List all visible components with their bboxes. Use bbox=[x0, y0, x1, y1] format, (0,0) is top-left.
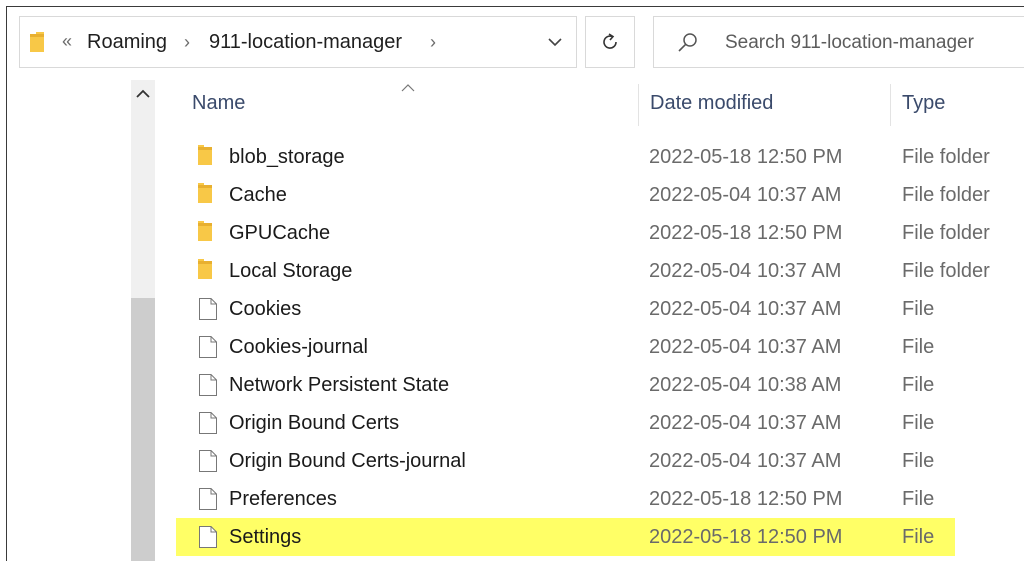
file-row[interactable]: Origin Bound Certs 2022-05-04 10:37 AM Fil… bbox=[176, 404, 1024, 442]
folder-icon bbox=[196, 144, 214, 171]
breadcrumb-911-location-manager[interactable]: 911-location-manager bbox=[209, 31, 402, 54]
file-row[interactable]: Cookies 2022-05-04 10:37 AM File bbox=[176, 290, 1024, 328]
file-name: Origin Bound Certs-journal bbox=[229, 450, 466, 472]
address-bar[interactable]: « Roaming › 911-location-manager › bbox=[19, 16, 577, 68]
file-name: Cookies-journal bbox=[229, 336, 368, 358]
column-header-name[interactable]: Name bbox=[192, 92, 245, 115]
file-row[interactable]: Cookies-journal 2022-05-04 10:37 AM File bbox=[176, 328, 1024, 366]
file-date-modified: 2022-05-04 10:37 AM bbox=[649, 260, 842, 282]
file-name: Origin Bound Certs bbox=[229, 412, 400, 434]
refresh-button[interactable] bbox=[585, 16, 635, 68]
chevron-up-icon bbox=[136, 89, 150, 98]
breadcrumb-separator[interactable]: › bbox=[184, 32, 190, 53]
file-date-modified: 2022-05-04 10:37 AM bbox=[649, 298, 842, 320]
file-name: Settings bbox=[229, 526, 302, 548]
file-name: blob_storage bbox=[229, 146, 345, 168]
breadcrumb-separator[interactable]: › bbox=[430, 32, 436, 53]
breadcrumb-roaming[interactable]: Roaming bbox=[87, 31, 167, 54]
scroll-up-button[interactable] bbox=[131, 80, 155, 108]
chevron-down-icon[interactable] bbox=[546, 33, 564, 51]
scrollbar-thumb[interactable] bbox=[131, 298, 155, 561]
file-date-modified: 2022-05-04 10:38 AM bbox=[649, 374, 842, 396]
file-date-modified: 2022-05-18 12:50 PM bbox=[649, 146, 843, 168]
file-name: Cookies bbox=[229, 298, 302, 320]
file-type: File bbox=[902, 298, 935, 320]
file-row[interactable]: Preferences 2022-05-18 12:50 PM File bbox=[176, 480, 1024, 518]
column-divider[interactable] bbox=[890, 84, 891, 126]
file-icon bbox=[198, 411, 218, 440]
column-header-type[interactable]: Type bbox=[902, 92, 945, 115]
file-name: Preferences bbox=[229, 488, 337, 510]
file-type: File folder bbox=[902, 260, 990, 282]
file-type: File bbox=[902, 336, 935, 358]
file-row[interactable]: GPUCache 2022-05-18 12:50 PM File folder bbox=[176, 214, 1024, 252]
search-input[interactable]: Search 911-location-manager bbox=[725, 32, 974, 54]
column-divider[interactable] bbox=[638, 84, 639, 126]
file-row[interactable]: Settings 2022-05-18 12:50 PM File bbox=[176, 518, 955, 556]
file-icon bbox=[198, 373, 218, 402]
file-date-modified: 2022-05-04 10:37 AM bbox=[649, 412, 842, 434]
search-box[interactable]: Search 911-location-manager bbox=[653, 16, 1024, 68]
file-icon bbox=[198, 449, 218, 478]
file-date-modified: 2022-05-18 12:50 PM bbox=[649, 488, 843, 510]
file-name: Local Storage bbox=[229, 260, 353, 282]
folder-icon bbox=[196, 220, 214, 247]
file-date-modified: 2022-05-04 10:37 AM bbox=[649, 184, 842, 206]
file-type: File bbox=[902, 374, 935, 396]
file-type: File bbox=[902, 526, 935, 548]
column-header-date-modified[interactable]: Date modified bbox=[650, 92, 773, 115]
file-row[interactable]: Local Storage 2022-05-04 10:37 AM File fol… bbox=[176, 252, 1024, 290]
file-date-modified: 2022-05-18 12:50 PM bbox=[649, 222, 843, 244]
file-type: File bbox=[902, 488, 935, 510]
file-type: File bbox=[902, 412, 935, 434]
file-icon bbox=[198, 487, 218, 516]
file-row[interactable]: blob_storage 2022-05-18 12:50 PM File fold… bbox=[176, 138, 1024, 176]
file-date-modified: 2022-05-04 10:37 AM bbox=[649, 336, 842, 358]
file-row[interactable]: Origin Bound Certs-journal 2022-05-04 10:… bbox=[176, 442, 1024, 480]
breadcrumb-overflow[interactable]: « bbox=[62, 31, 72, 52]
file-type: File bbox=[902, 450, 935, 472]
file-date-modified: 2022-05-04 10:37 AM bbox=[649, 450, 842, 472]
file-row[interactable]: Network Persistent State 2022-05-04 10:38… bbox=[176, 366, 1024, 404]
file-name: Cache bbox=[229, 184, 287, 206]
file-icon bbox=[198, 525, 218, 554]
folder-icon bbox=[196, 258, 214, 285]
file-icon bbox=[198, 335, 218, 364]
folder-icon bbox=[196, 182, 214, 209]
file-name: GPUCache bbox=[229, 222, 331, 244]
file-row[interactable]: Cache 2022-05-04 10:37 AM File folder bbox=[176, 176, 1024, 214]
file-type: File folder bbox=[902, 146, 990, 168]
file-icon bbox=[198, 297, 218, 326]
file-name: Network Persistent State bbox=[229, 374, 450, 396]
folder-icon bbox=[30, 32, 44, 57]
sort-up-caret-icon bbox=[400, 80, 416, 98]
file-date-modified: 2022-05-18 12:50 PM bbox=[649, 526, 843, 548]
file-type: File folder bbox=[902, 222, 990, 244]
file-type: File folder bbox=[902, 184, 990, 206]
